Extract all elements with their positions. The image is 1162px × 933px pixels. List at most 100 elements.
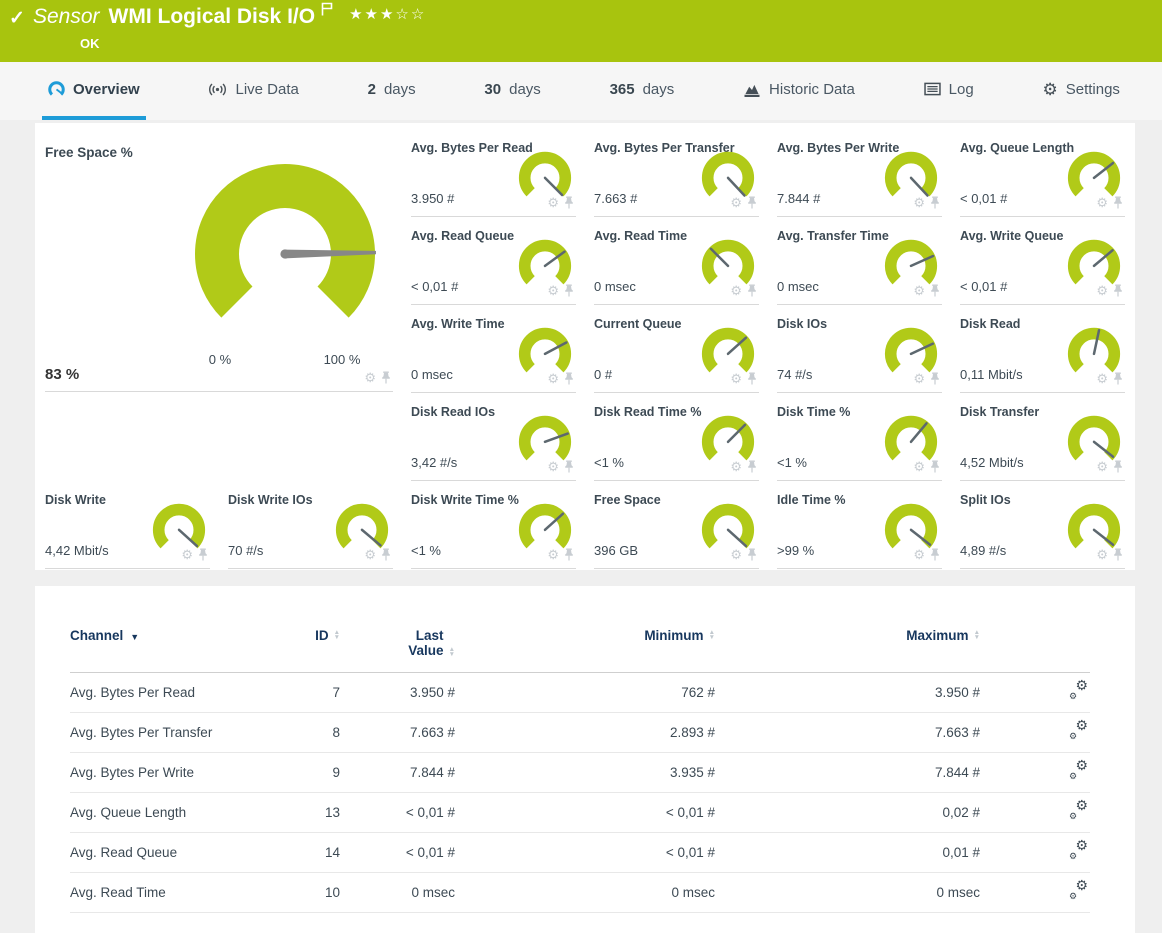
maximum-value: 7.663 # [715,725,980,740]
gauge-dial [516,147,574,201]
pin-icon[interactable] [1113,548,1123,561]
gear-icon[interactable]: ⚙ [730,196,742,209]
channel-settings-icon[interactable]: ⚙⚙ [1069,842,1088,860]
pin-icon[interactable] [564,460,574,473]
gear-icon[interactable]: ⚙ [913,284,925,297]
tab-overview[interactable]: Overview [42,62,146,120]
pin-icon[interactable] [747,196,757,209]
minimum-value: 762 # [455,685,715,700]
pin-icon[interactable] [381,548,391,561]
pin-icon[interactable] [564,196,574,209]
pin-icon[interactable] [1113,196,1123,209]
gauge-value: <1 % [777,455,807,470]
gauge-actions: ⚙ [547,460,574,473]
gauge-value: 0 msec [777,279,819,294]
gear-icon[interactable]: ⚙ [913,460,925,473]
gauge-title: Free Space [594,493,661,507]
minimum-value: 3.935 # [455,765,715,780]
gauge-title: Idle Time % [777,493,846,507]
channel-name[interactable]: Avg. Bytes Per Transfer [70,725,290,740]
pin-icon[interactable] [1113,284,1123,297]
flag-icon[interactable] [321,2,333,21]
gear-icon[interactable]: ⚙ [913,548,925,561]
tab-365-days[interactable]: 365days [604,62,681,120]
gear-icon[interactable]: ⚙ [1096,372,1108,385]
channel-row-avg-bytes-per-read: Avg. Bytes Per Read73.950 #762 #3.950 #⚙… [70,673,1090,713]
status-badge: OK [80,36,100,51]
pin-icon[interactable] [930,548,940,561]
pin-icon[interactable] [747,372,757,385]
tab-historic-data[interactable]: Historic Data [737,62,861,120]
tab-live-data[interactable]: Live Data [202,62,304,120]
tab-log[interactable]: Log [918,62,980,120]
channel-settings-icon[interactable]: ⚙⚙ [1069,882,1088,900]
pin-icon[interactable] [1113,460,1123,473]
gear-icon[interactable]: ⚙ [364,548,376,561]
channel-settings-icon[interactable]: ⚙⚙ [1069,722,1088,740]
pin-icon[interactable] [930,284,940,297]
channel-settings-icon[interactable]: ⚙⚙ [1069,682,1088,700]
tab-30-days[interactable]: 30days [478,62,546,120]
sensor-kind-label: Sensor [33,5,100,29]
gear-icon: ⚙ [1042,81,1057,98]
channel-settings-icon[interactable]: ⚙⚙ [1069,802,1088,820]
column-header-channel[interactable]: Channel▼ [70,628,290,643]
channel-row-avg-read-time: Avg. Read Time100 msec0 msec0 msec⚙⚙ [70,873,1090,913]
gear-icon[interactable]: ⚙ [1096,196,1108,209]
maximum-value: 0,02 # [715,805,980,820]
gear-icon[interactable]: ⚙ [730,284,742,297]
gear-icon[interactable]: ⚙ [547,460,559,473]
pin-icon[interactable] [381,371,391,384]
pin-icon[interactable] [564,284,574,297]
channel-name[interactable]: Avg. Bytes Per Write [70,765,290,780]
pin-icon[interactable] [198,548,208,561]
gear-icon[interactable]: ⚙ [181,548,193,561]
pin-icon[interactable] [747,460,757,473]
gauge-title: Disk Write Time % [411,493,519,507]
tab-settings[interactable]: ⚙Settings [1036,62,1125,120]
pin-icon[interactable] [1113,372,1123,385]
gear-icon[interactable]: ⚙ [364,371,376,384]
tab-2-days[interactable]: 2days [362,62,422,120]
gauge-title: Split IOs [960,493,1011,507]
channel-settings-icon[interactable]: ⚙⚙ [1069,762,1088,780]
gauge-actions: ⚙ [913,460,940,473]
gear-icon[interactable]: ⚙ [1096,284,1108,297]
gauge-panel-avg-queue-length: Avg. Queue Length< 0,01 #⚙ [960,129,1125,217]
gear-icon[interactable]: ⚙ [547,196,559,209]
priority-stars[interactable]: ★★★☆☆ [349,5,426,23]
column-header-last-value[interactable]: Last Value▲▼ [340,628,455,658]
channel-name[interactable]: Avg. Bytes Per Read [70,685,290,700]
column-header-maximum[interactable]: Maximum▲▼ [715,628,980,643]
pin-icon[interactable] [747,284,757,297]
row-actions: ⚙⚙ [980,682,1090,703]
gear-icon[interactable]: ⚙ [547,284,559,297]
channel-name[interactable]: Avg. Read Time [70,885,290,900]
gear-icon[interactable]: ⚙ [1096,548,1108,561]
pin-icon[interactable] [930,372,940,385]
pin-icon[interactable] [747,548,757,561]
last-value: 7.844 # [340,765,455,780]
column-header-minimum[interactable]: Minimum▲▼ [455,628,715,643]
gauge-panel-free-space: Free Space396 GB⚙ [594,481,759,569]
pin-icon[interactable] [930,460,940,473]
gear-icon[interactable]: ⚙ [913,196,925,209]
channel-name[interactable]: Avg. Queue Length [70,805,290,820]
gauge-panel-avg-bytes-per-read: Avg. Bytes Per Read3.950 #⚙ [411,129,576,217]
gear-icon[interactable]: ⚙ [913,372,925,385]
gear-icon[interactable]: ⚙ [1096,460,1108,473]
pin-icon[interactable] [564,548,574,561]
column-label: Maximum [906,628,968,643]
maximum-value: 0,01 # [715,845,980,860]
gear-icon[interactable]: ⚙ [730,372,742,385]
column-header-id[interactable]: ID▲▼ [290,628,340,643]
gear-icon[interactable]: ⚙ [547,372,559,385]
column-label: Minimum [644,628,703,643]
pin-icon[interactable] [930,196,940,209]
channel-name[interactable]: Avg. Read Queue [70,845,290,860]
gear-icon[interactable]: ⚙ [730,548,742,561]
gear-icon[interactable]: ⚙ [547,548,559,561]
gear-icon[interactable]: ⚙ [730,460,742,473]
row-actions: ⚙⚙ [980,722,1090,743]
pin-icon[interactable] [564,372,574,385]
